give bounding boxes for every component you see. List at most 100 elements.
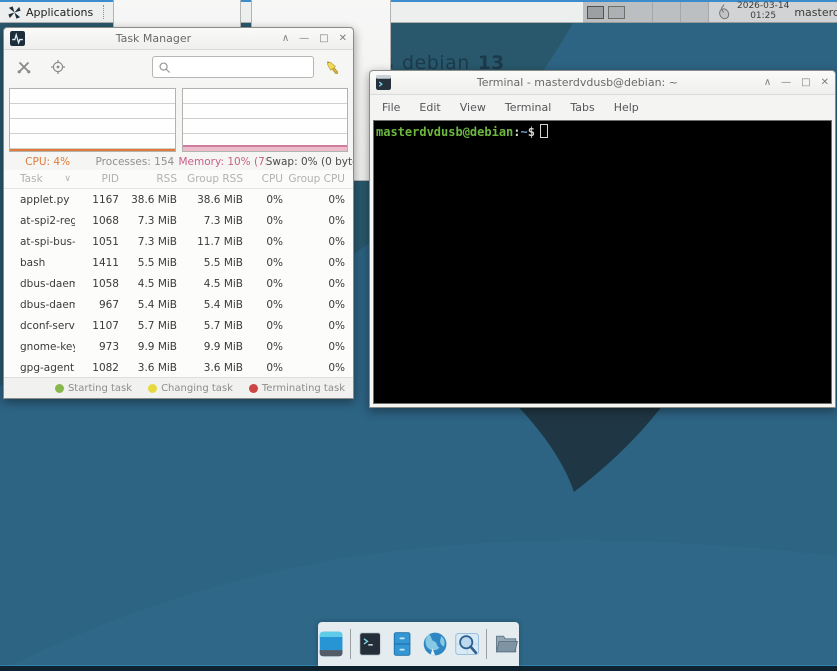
sort-chevron-icon: ∨ [64,174,71,184]
applications-icon [7,5,22,20]
user-menu[interactable]: masterdvdusb [794,6,837,19]
column-header-rss[interactable]: RSS [119,173,177,185]
maximize-button[interactable]: □ [319,34,328,44]
minimize-button[interactable]: — [299,34,309,44]
table-row[interactable]: dconf-service11075.7 MiB5.7 MiB0%0% [4,315,353,336]
clock-time: 01:25 [737,12,789,22]
task-manager-window: Task Manager ∧ — □ ✕ [3,27,354,399]
menu-item-edit[interactable]: Edit [419,101,440,114]
panel-separator [103,5,104,19]
table-row[interactable]: applet.py116738.6 MiB38.6 MiB0%0% [4,189,353,210]
legend-item: Terminating task [249,383,345,394]
cpu-usage-label: CPU: 4% [4,156,91,168]
cell-task: at-spi-bus-launcher [4,236,75,248]
menu-item-help[interactable]: Help [614,101,639,114]
cell-cpu: 0% [243,320,283,332]
legend-item: Changing task [148,383,233,394]
cell-pid: 1068 [75,215,119,227]
table-row[interactable]: dbus-daemon --config-file=/us...10584.5 … [4,273,353,294]
legend-dot-icon [148,384,157,393]
workspace-2[interactable] [608,6,625,19]
cell-cpu: 0% [243,215,283,227]
cell-pid: 973 [75,341,119,353]
cell-cpu: 0% [243,236,283,248]
legend-item: Starting task [55,383,132,394]
maximize-button[interactable]: □ [801,78,810,88]
dock-terminal-icon[interactable] [357,629,383,659]
menu-item-tabs[interactable]: Tabs [570,101,594,114]
cell-cpu: 0% [243,299,283,311]
table-row[interactable]: at-spi-bus-launcher10517.3 MiB11.7 MiB0%… [4,231,353,252]
cell-group-rss: 4.5 MiB [177,278,243,290]
cell-rss: 5.5 MiB [119,257,177,269]
cell-pid: 1411 [75,257,119,269]
cell-rss: 4.5 MiB [119,278,177,290]
column-header-task[interactable]: Task ∨ [4,173,75,185]
panel-separator [680,2,681,22]
process-table-body: applet.py116738.6 MiB38.6 MiB0%0%at-spi2… [4,189,353,377]
mouse-icon[interactable] [715,4,732,21]
shade-button[interactable]: ∧ [282,34,289,44]
cell-task: dbus-daemon --session --addr... [4,299,75,311]
table-row[interactable]: at-spi2-registryd --use-gnome...10687.3 … [4,210,353,231]
terminal-screen[interactable]: masterdvdusb@debian:~$ [373,120,832,404]
cell-task: bash [4,257,75,269]
menu-item-terminal[interactable]: Terminal [505,101,552,114]
column-header-pid[interactable]: PID [75,173,119,185]
column-header-group-rss[interactable]: Group RSS [177,173,243,185]
dock-file-cabinet-icon[interactable] [389,629,415,659]
column-header-cpu[interactable]: CPU [243,173,283,185]
close-button[interactable]: ✕ [339,34,347,44]
dock-app-finder-icon[interactable] [454,629,480,659]
table-row[interactable]: bash14115.5 MiB5.5 MiB0%0% [4,252,353,273]
applications-menu-button[interactable]: Applications [0,2,100,22]
column-header-group-cpu[interactable]: Group CPU [283,173,345,185]
window-title: Task Manager [31,32,276,45]
prompt-symbol: $ [528,125,535,139]
graphs-area [4,84,353,154]
cell-group-rss: 38.6 MiB [177,194,243,206]
search-input[interactable] [175,61,308,73]
task-manager-toolbar [4,50,353,84]
cell-group-rss: 11.7 MiB [177,236,243,248]
workspace-1[interactable] [587,6,604,19]
dock-desktop-icon[interactable] [318,629,344,659]
dock-separator [350,629,351,659]
menu-item-file[interactable]: File [382,101,400,114]
settings-icon[interactable] [16,59,32,75]
cell-group-cpu: 0% [283,341,345,353]
terminal-icon [376,75,391,90]
window-controls: ∧ — □ ✕ [282,34,347,44]
table-row[interactable]: gnome-keyring-daemon --for...9739.9 MiB9… [4,336,353,357]
close-button[interactable]: ✕ [821,78,829,88]
cell-group-cpu: 0% [283,299,345,311]
prompt-path: ~ [521,125,528,139]
table-row[interactable]: gpg-agent --supervised10823.6 MiB3.6 MiB… [4,357,353,377]
top-panel: Applications Task Manager Terminal - mas… [0,0,837,23]
cell-group-cpu: 0% [283,278,345,290]
panel-separator [652,2,653,22]
task-manager-statusbar: Starting task Changing task Terminating ta… [4,377,353,398]
cell-cpu: 0% [243,362,283,374]
menu-item-view[interactable]: View [460,101,486,114]
cell-group-cpu: 0% [283,257,345,269]
shade-button[interactable]: ∧ [764,78,771,88]
identify-window-icon[interactable] [50,59,66,75]
cell-rss: 9.9 MiB [119,341,177,353]
dock-file-manager-icon[interactable] [493,629,519,659]
applications-label: Applications [26,6,93,19]
dock-separator [486,629,487,659]
terminal-titlebar[interactable]: Terminal - masterdvdusb@debian: ~ ∧ — □ … [370,71,835,95]
window-controls: ∧ — □ ✕ [764,78,829,88]
task-manager-titlebar[interactable]: Task Manager ∧ — □ ✕ [4,28,353,50]
dock-web-browser-icon[interactable] [422,629,448,659]
panel-clock[interactable]: 2026-03-14 01:25 [737,2,789,22]
dock [318,622,519,666]
cell-cpu: 0% [243,194,283,206]
cell-rss: 7.3 MiB [119,215,177,227]
minimize-button[interactable]: — [781,78,791,88]
legend-label: Starting task [68,383,132,394]
table-row[interactable]: dbus-daemon --session --addr...9675.4 Mi… [4,294,353,315]
terminal-cursor [540,124,548,138]
brush-icon[interactable] [324,59,341,76]
